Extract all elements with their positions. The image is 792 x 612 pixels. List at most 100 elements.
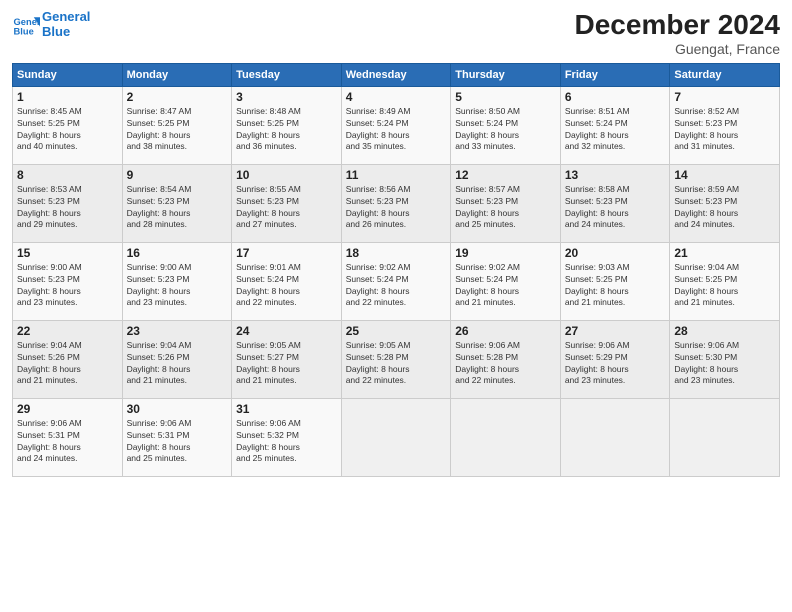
day-info: Sunrise: 9:06 AM Sunset: 5:30 PM Dayligh… — [674, 340, 775, 388]
empty-cell — [670, 398, 780, 476]
day-info: Sunrise: 8:58 AM Sunset: 5:23 PM Dayligh… — [565, 184, 666, 232]
day-number: 8 — [17, 168, 118, 182]
day-info: Sunrise: 8:50 AM Sunset: 5:24 PM Dayligh… — [455, 106, 556, 154]
weekday-header-friday: Friday — [560, 63, 670, 86]
calendar-table: SundayMondayTuesdayWednesdayThursdayFrid… — [12, 63, 780, 477]
day-cell-17: 17Sunrise: 9:01 AM Sunset: 5:24 PM Dayli… — [232, 242, 342, 320]
title-block: December 2024 Guengat, France — [575, 10, 780, 57]
day-info: Sunrise: 9:05 AM Sunset: 5:28 PM Dayligh… — [346, 340, 447, 388]
day-number: 25 — [346, 324, 447, 338]
day-number: 17 — [236, 246, 337, 260]
day-number: 22 — [17, 324, 118, 338]
weekday-header-saturday: Saturday — [670, 63, 780, 86]
day-number: 28 — [674, 324, 775, 338]
day-cell-27: 27Sunrise: 9:06 AM Sunset: 5:29 PM Dayli… — [560, 320, 670, 398]
day-cell-4: 4 Sunrise: 8:49 AM Sunset: 5:24 PM Daylig… — [341, 86, 451, 164]
day-cell-12: 12Sunrise: 8:57 AM Sunset: 5:23 PM Dayli… — [451, 164, 561, 242]
day-cell-8: 8Sunrise: 8:53 AM Sunset: 5:23 PM Daylig… — [13, 164, 123, 242]
week-row-3: 15 Sunrise: 9:00 AM Sunset: 5:23 PM Dayli… — [13, 242, 780, 320]
location: Guengat, France — [575, 41, 780, 57]
weekday-header-tuesday: Tuesday — [232, 63, 342, 86]
day-cell-16: 16 Sunrise: 9:00 AM Sunset: 5:23 PM Dayli… — [122, 242, 232, 320]
day-cell-18: 18Sunrise: 9:02 AM Sunset: 5:24 PM Dayli… — [341, 242, 451, 320]
day-info: Sunrise: 8:47 AM Sunset: 5:25 PM Dayligh… — [127, 106, 228, 154]
empty-cell — [560, 398, 670, 476]
day-number: 30 — [127, 402, 228, 416]
day-number: 3 — [236, 90, 337, 104]
day-cell-28: 28 Sunrise: 9:06 AM Sunset: 5:30 PM Dayli… — [670, 320, 780, 398]
week-row-5: 29 Sunrise: 9:06 AM Sunset: 5:31 PM Dayli… — [13, 398, 780, 476]
weekday-header-sunday: Sunday — [13, 63, 123, 86]
day-number: 19 — [455, 246, 556, 260]
day-info: Sunrise: 8:45 AM Sunset: 5:25 PM Dayligh… — [17, 106, 118, 154]
calendar-container: General Blue General Blue December 2024 … — [0, 0, 792, 612]
svg-text:Blue: Blue — [14, 26, 34, 36]
day-number: 11 — [346, 168, 447, 182]
day-cell-14: 14 Sunrise: 8:59 AM Sunset: 5:23 PM Dayli… — [670, 164, 780, 242]
day-cell-20: 20 Sunrise: 9:03 AM Sunset: 5:25 PM Dayli… — [560, 242, 670, 320]
day-cell-21: 21Sunrise: 9:04 AM Sunset: 5:25 PM Dayli… — [670, 242, 780, 320]
day-cell-6: 6Sunrise: 8:51 AM Sunset: 5:24 PM Daylig… — [560, 86, 670, 164]
day-info: Sunrise: 8:59 AM Sunset: 5:23 PM Dayligh… — [674, 184, 775, 232]
day-info: Sunrise: 8:51 AM Sunset: 5:24 PM Dayligh… — [565, 106, 666, 154]
day-info: Sunrise: 9:06 AM Sunset: 5:31 PM Dayligh… — [17, 418, 118, 466]
day-number: 29 — [17, 402, 118, 416]
day-info: Sunrise: 9:02 AM Sunset: 5:24 PM Dayligh… — [455, 262, 556, 310]
day-cell-23: 23Sunrise: 9:04 AM Sunset: 5:26 PM Dayli… — [122, 320, 232, 398]
header: General Blue General Blue December 2024 … — [12, 10, 780, 57]
day-number: 18 — [346, 246, 447, 260]
day-info: Sunrise: 8:55 AM Sunset: 5:23 PM Dayligh… — [236, 184, 337, 232]
day-cell-31: 31 Sunrise: 9:06 AM Sunset: 5:32 PM Dayli… — [232, 398, 342, 476]
day-number: 7 — [674, 90, 775, 104]
day-cell-9: 9Sunrise: 8:54 AM Sunset: 5:23 PM Daylig… — [122, 164, 232, 242]
weekday-header-thursday: Thursday — [451, 63, 561, 86]
day-cell-15: 15 Sunrise: 9:00 AM Sunset: 5:23 PM Dayli… — [13, 242, 123, 320]
day-info: Sunrise: 9:00 AM Sunset: 5:23 PM Dayligh… — [127, 262, 228, 310]
day-info: Sunrise: 9:03 AM Sunset: 5:25 PM Dayligh… — [565, 262, 666, 310]
day-number: 20 — [565, 246, 666, 260]
day-cell-1: 1 Sunrise: 8:45 AM Sunset: 5:25 PM Daylig… — [13, 86, 123, 164]
day-number: 16 — [127, 246, 228, 260]
day-cell-7: 7 Sunrise: 8:52 AM Sunset: 5:23 PM Daylig… — [670, 86, 780, 164]
day-number: 1 — [17, 90, 118, 104]
day-info: Sunrise: 9:00 AM Sunset: 5:23 PM Dayligh… — [17, 262, 118, 310]
day-number: 5 — [455, 90, 556, 104]
day-cell-19: 19 Sunrise: 9:02 AM Sunset: 5:24 PM Dayli… — [451, 242, 561, 320]
day-cell-11: 11 Sunrise: 8:56 AM Sunset: 5:23 PM Dayli… — [341, 164, 451, 242]
weekday-header-monday: Monday — [122, 63, 232, 86]
day-number: 2 — [127, 90, 228, 104]
weekday-header-wednesday: Wednesday — [341, 63, 451, 86]
day-info: Sunrise: 8:48 AM Sunset: 5:25 PM Dayligh… — [236, 106, 337, 154]
logo-line1: General — [42, 10, 90, 25]
day-number: 24 — [236, 324, 337, 338]
day-info: Sunrise: 9:06 AM Sunset: 5:31 PM Dayligh… — [127, 418, 228, 466]
day-info: Sunrise: 9:05 AM Sunset: 5:27 PM Dayligh… — [236, 340, 337, 388]
logo-icon: General Blue — [12, 11, 40, 39]
day-info: Sunrise: 8:52 AM Sunset: 5:23 PM Dayligh… — [674, 106, 775, 154]
day-info: Sunrise: 9:06 AM Sunset: 5:28 PM Dayligh… — [455, 340, 556, 388]
day-cell-24: 24 Sunrise: 9:05 AM Sunset: 5:27 PM Dayli… — [232, 320, 342, 398]
logo: General Blue General Blue — [12, 10, 90, 40]
week-row-4: 22 Sunrise: 9:04 AM Sunset: 5:26 PM Dayli… — [13, 320, 780, 398]
month-title: December 2024 — [575, 10, 780, 41]
week-row-1: 1 Sunrise: 8:45 AM Sunset: 5:25 PM Daylig… — [13, 86, 780, 164]
day-cell-3: 3 Sunrise: 8:48 AM Sunset: 5:25 PM Daylig… — [232, 86, 342, 164]
day-info: Sunrise: 8:49 AM Sunset: 5:24 PM Dayligh… — [346, 106, 447, 154]
day-cell-22: 22Sunrise: 9:04 AM Sunset: 5:26 PM Dayli… — [13, 320, 123, 398]
day-number: 21 — [674, 246, 775, 260]
day-number: 14 — [674, 168, 775, 182]
day-number: 27 — [565, 324, 666, 338]
week-row-2: 8Sunrise: 8:53 AM Sunset: 5:23 PM Daylig… — [13, 164, 780, 242]
day-info: Sunrise: 8:56 AM Sunset: 5:23 PM Dayligh… — [346, 184, 447, 232]
day-cell-5: 5 Sunrise: 8:50 AM Sunset: 5:24 PM Daylig… — [451, 86, 561, 164]
day-cell-26: 26Sunrise: 9:06 AM Sunset: 5:28 PM Dayli… — [451, 320, 561, 398]
day-number: 4 — [346, 90, 447, 104]
day-info: Sunrise: 9:04 AM Sunset: 5:26 PM Dayligh… — [127, 340, 228, 388]
day-cell-10: 10Sunrise: 8:55 AM Sunset: 5:23 PM Dayli… — [232, 164, 342, 242]
day-cell-25: 25 Sunrise: 9:05 AM Sunset: 5:28 PM Dayli… — [341, 320, 451, 398]
day-info: Sunrise: 9:06 AM Sunset: 5:32 PM Dayligh… — [236, 418, 337, 466]
day-cell-13: 13Sunrise: 8:58 AM Sunset: 5:23 PM Dayli… — [560, 164, 670, 242]
empty-cell — [451, 398, 561, 476]
day-number: 31 — [236, 402, 337, 416]
day-number: 15 — [17, 246, 118, 260]
